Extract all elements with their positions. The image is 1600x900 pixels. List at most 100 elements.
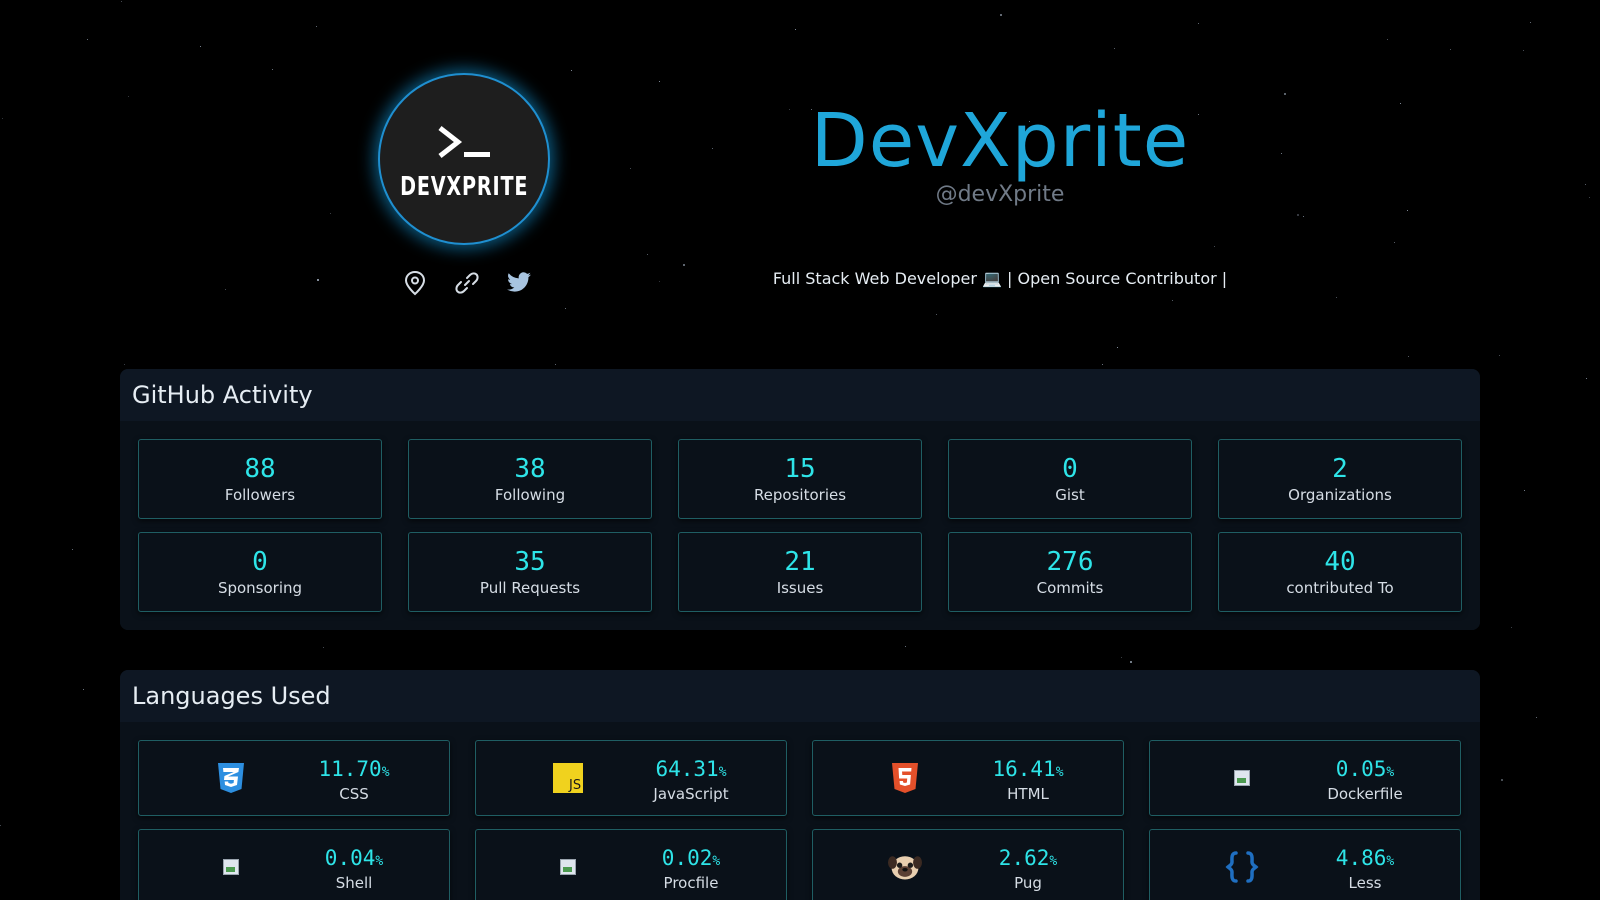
star (1121, 657, 1122, 658)
profile-name: DevXprite (810, 98, 1190, 184)
star (1303, 216, 1304, 217)
language-percent: 4.86% (1335, 846, 1395, 870)
stat-label: Gist (1055, 486, 1085, 504)
star (1400, 103, 1401, 104)
github-activity-body: 88 Followers 38 Following 15 Repositorie… (120, 421, 1480, 630)
star (1524, 490, 1525, 491)
star (1407, 210, 1408, 211)
star (323, 647, 324, 648)
broken-image-icon (1225, 761, 1259, 795)
star (87, 39, 88, 40)
star (1511, 627, 1512, 628)
star (272, 69, 273, 70)
link-icon[interactable] (452, 268, 482, 298)
language-card-less: 4.86% Less (1149, 829, 1461, 900)
star (200, 46, 201, 47)
stat-label: contributed To (1286, 579, 1394, 597)
stat-value: 15 (784, 454, 816, 484)
language-name: CSS (339, 785, 369, 803)
language-percent: 11.70% (318, 757, 390, 781)
stat-label: Pull Requests (479, 579, 581, 597)
star (630, 168, 631, 169)
star (795, 29, 796, 30)
stat-label: Sponsoring (217, 579, 303, 597)
star (555, 364, 556, 365)
star (317, 279, 319, 281)
css3-icon (214, 761, 248, 795)
stats-grid: 88 Followers 38 Following 15 Repositorie… (138, 439, 1462, 612)
language-name: JavaScript (653, 785, 729, 803)
stat-value: 276 (1046, 547, 1094, 577)
star (1585, 184, 1586, 185)
star (1586, 378, 1587, 379)
star (1130, 661, 1132, 663)
stat-value: 35 (514, 547, 546, 577)
less-icon (1225, 850, 1259, 884)
stat-label: Followers (224, 486, 296, 504)
language-info: 0.05% Dockerfile (1300, 757, 1430, 803)
star (647, 254, 648, 255)
broken-image-icon (551, 850, 585, 884)
language-card-shell: 0.04% Shell (138, 829, 450, 900)
language-info: 64.31% JavaScript (626, 757, 756, 803)
star (1114, 48, 1115, 49)
location-icon[interactable] (400, 268, 430, 298)
stat-card-following: 38 Following (408, 439, 652, 519)
language-percent: 2.62% (998, 846, 1058, 870)
star (2, 118, 3, 119)
language-info: 0.02% Procfile (626, 846, 756, 892)
broken-image-icon (214, 850, 248, 884)
star (1408, 356, 1409, 357)
star (1501, 779, 1503, 781)
language-card-javascript: JS 64.31% JavaScript (475, 740, 787, 816)
language-percent: 0.04% (324, 846, 384, 870)
star (1336, 297, 1337, 298)
star (72, 549, 73, 550)
stat-card-issues: 21 Issues (678, 532, 922, 612)
stat-card-organizations: 2 Organizations (1218, 439, 1462, 519)
language-percent: 0.05% (1335, 757, 1395, 781)
language-percent: 16.41% (992, 757, 1064, 781)
svg-text:JS: JS (568, 778, 581, 793)
social-links (400, 268, 534, 298)
star (1214, 246, 1215, 247)
stat-value: 40 (1324, 547, 1356, 577)
languages-title: Languages Used (120, 670, 1480, 722)
star (1297, 214, 1299, 216)
star (1536, 717, 1537, 718)
stat-label: Commits (1036, 579, 1104, 597)
language-name: Shell (335, 874, 373, 892)
stat-card-sponsoring: 0 Sponsoring (138, 532, 382, 612)
language-name: Pug (1014, 874, 1042, 892)
star (124, 364, 125, 365)
language-info: 2.62% Pug (963, 846, 1093, 892)
star (1499, 355, 1500, 356)
star (316, 26, 317, 27)
html5-icon (888, 761, 922, 795)
language-info: 16.41% HTML (963, 757, 1093, 803)
star (1117, 347, 1118, 348)
star (1102, 364, 1103, 365)
language-name: Dockerfile (1327, 785, 1403, 803)
stat-card-commits: 276 Commits (948, 532, 1192, 612)
avatar: DEVXPRITE (378, 73, 550, 245)
page: DEVXPRITE DevXprite @devXprite Full Stac… (0, 0, 1600, 900)
star (571, 70, 572, 71)
language-info: 4.86% Less (1300, 846, 1430, 892)
stat-card-gist: 0 Gist (948, 439, 1192, 519)
language-card-dockerfile: 0.05% Dockerfile (1149, 740, 1461, 816)
avatar-text: DEVXPRITE (399, 172, 529, 202)
star (1394, 242, 1395, 243)
language-name: HTML (1007, 785, 1049, 803)
profile-bio: Full Stack Web Developer 💻 | Open Source… (772, 269, 1228, 288)
stat-card-repositories: 15 Repositories (678, 439, 922, 519)
profile-handle: @devXprite (935, 182, 1065, 207)
star (330, 213, 331, 214)
twitter-icon[interactable] (504, 268, 534, 298)
star (1530, 22, 1531, 23)
languages-grid: 11.70% CSS JS 64.31% JavaScript 16.41% H… (138, 740, 1462, 900)
stat-card-followers: 88 Followers (138, 439, 382, 519)
stat-card-pull-requests: 35 Pull Requests (408, 532, 652, 612)
stat-value: 0 (1062, 454, 1078, 484)
language-info: 11.70% CSS (289, 757, 419, 803)
